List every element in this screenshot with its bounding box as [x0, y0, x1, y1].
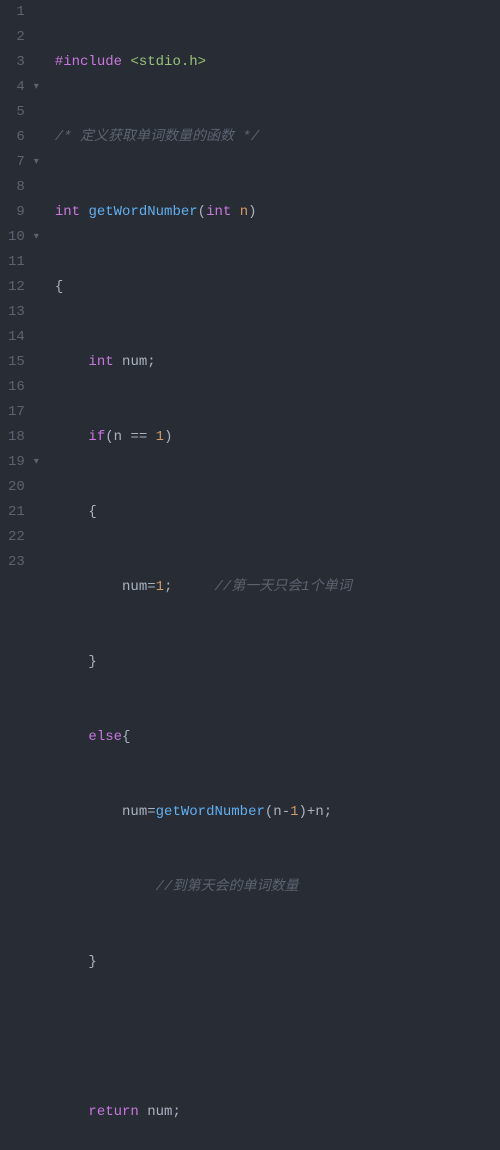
- line-number: 3: [16, 50, 24, 75]
- code-line: #include <stdio.h>: [55, 50, 500, 75]
- line-number: 18: [8, 425, 25, 450]
- line-number: 2: [16, 25, 24, 50]
- line-number: 10: [8, 225, 25, 250]
- code-line: {: [55, 275, 500, 300]
- line-number: 14: [8, 325, 25, 350]
- code-line: else{: [55, 725, 500, 750]
- chevron-down-icon[interactable]: ▾: [29, 450, 39, 475]
- line-number: 22: [8, 525, 25, 550]
- code-line: num=1; //第一天只会1个单词: [55, 575, 500, 600]
- code-editor: 1 2 3 4▾ 5 6 7▾ 8 9 10▾ 11 12 13 14 15 1…: [0, 0, 500, 575]
- code-content[interactable]: #include <stdio.h> /* 定义获取单词数量的函数 */ int…: [49, 0, 500, 575]
- code-line: }: [55, 650, 500, 675]
- line-number: 4: [16, 75, 24, 100]
- line-number: 6: [16, 125, 24, 150]
- code-line: return num;: [55, 1100, 500, 1125]
- line-number: 21: [8, 500, 25, 525]
- code-line: int num;: [55, 350, 500, 375]
- line-number: 8: [16, 175, 24, 200]
- line-number: 9: [16, 200, 24, 225]
- code-line: /* 定义获取单词数量的函数 */: [55, 125, 500, 150]
- line-number: 1: [16, 0, 24, 25]
- line-number: 15: [8, 350, 25, 375]
- line-number: 11: [8, 250, 25, 275]
- line-number: 23: [8, 550, 25, 575]
- code-line: }: [55, 950, 500, 975]
- code-line: num=getWordNumber(n-1)+n;: [55, 800, 500, 825]
- line-gutter: 1 2 3 4▾ 5 6 7▾ 8 9 10▾ 11 12 13 14 15 1…: [0, 0, 49, 575]
- code-line: [55, 1025, 500, 1050]
- code-line: {: [55, 500, 500, 525]
- line-number: 5: [16, 100, 24, 125]
- code-line: if(n == 1): [55, 425, 500, 450]
- chevron-down-icon[interactable]: ▾: [29, 150, 39, 175]
- line-number: 17: [8, 400, 25, 425]
- line-number: 16: [8, 375, 25, 400]
- line-number: 13: [8, 300, 25, 325]
- line-number: 20: [8, 475, 25, 500]
- chevron-down-icon[interactable]: ▾: [29, 75, 39, 100]
- code-line: //到第天会的单词数量: [55, 875, 500, 900]
- line-number: 12: [8, 275, 25, 300]
- code-line: int getWordNumber(int n): [55, 200, 500, 225]
- line-number: 19: [8, 450, 25, 475]
- line-number: 7: [16, 150, 24, 175]
- chevron-down-icon[interactable]: ▾: [29, 225, 39, 250]
